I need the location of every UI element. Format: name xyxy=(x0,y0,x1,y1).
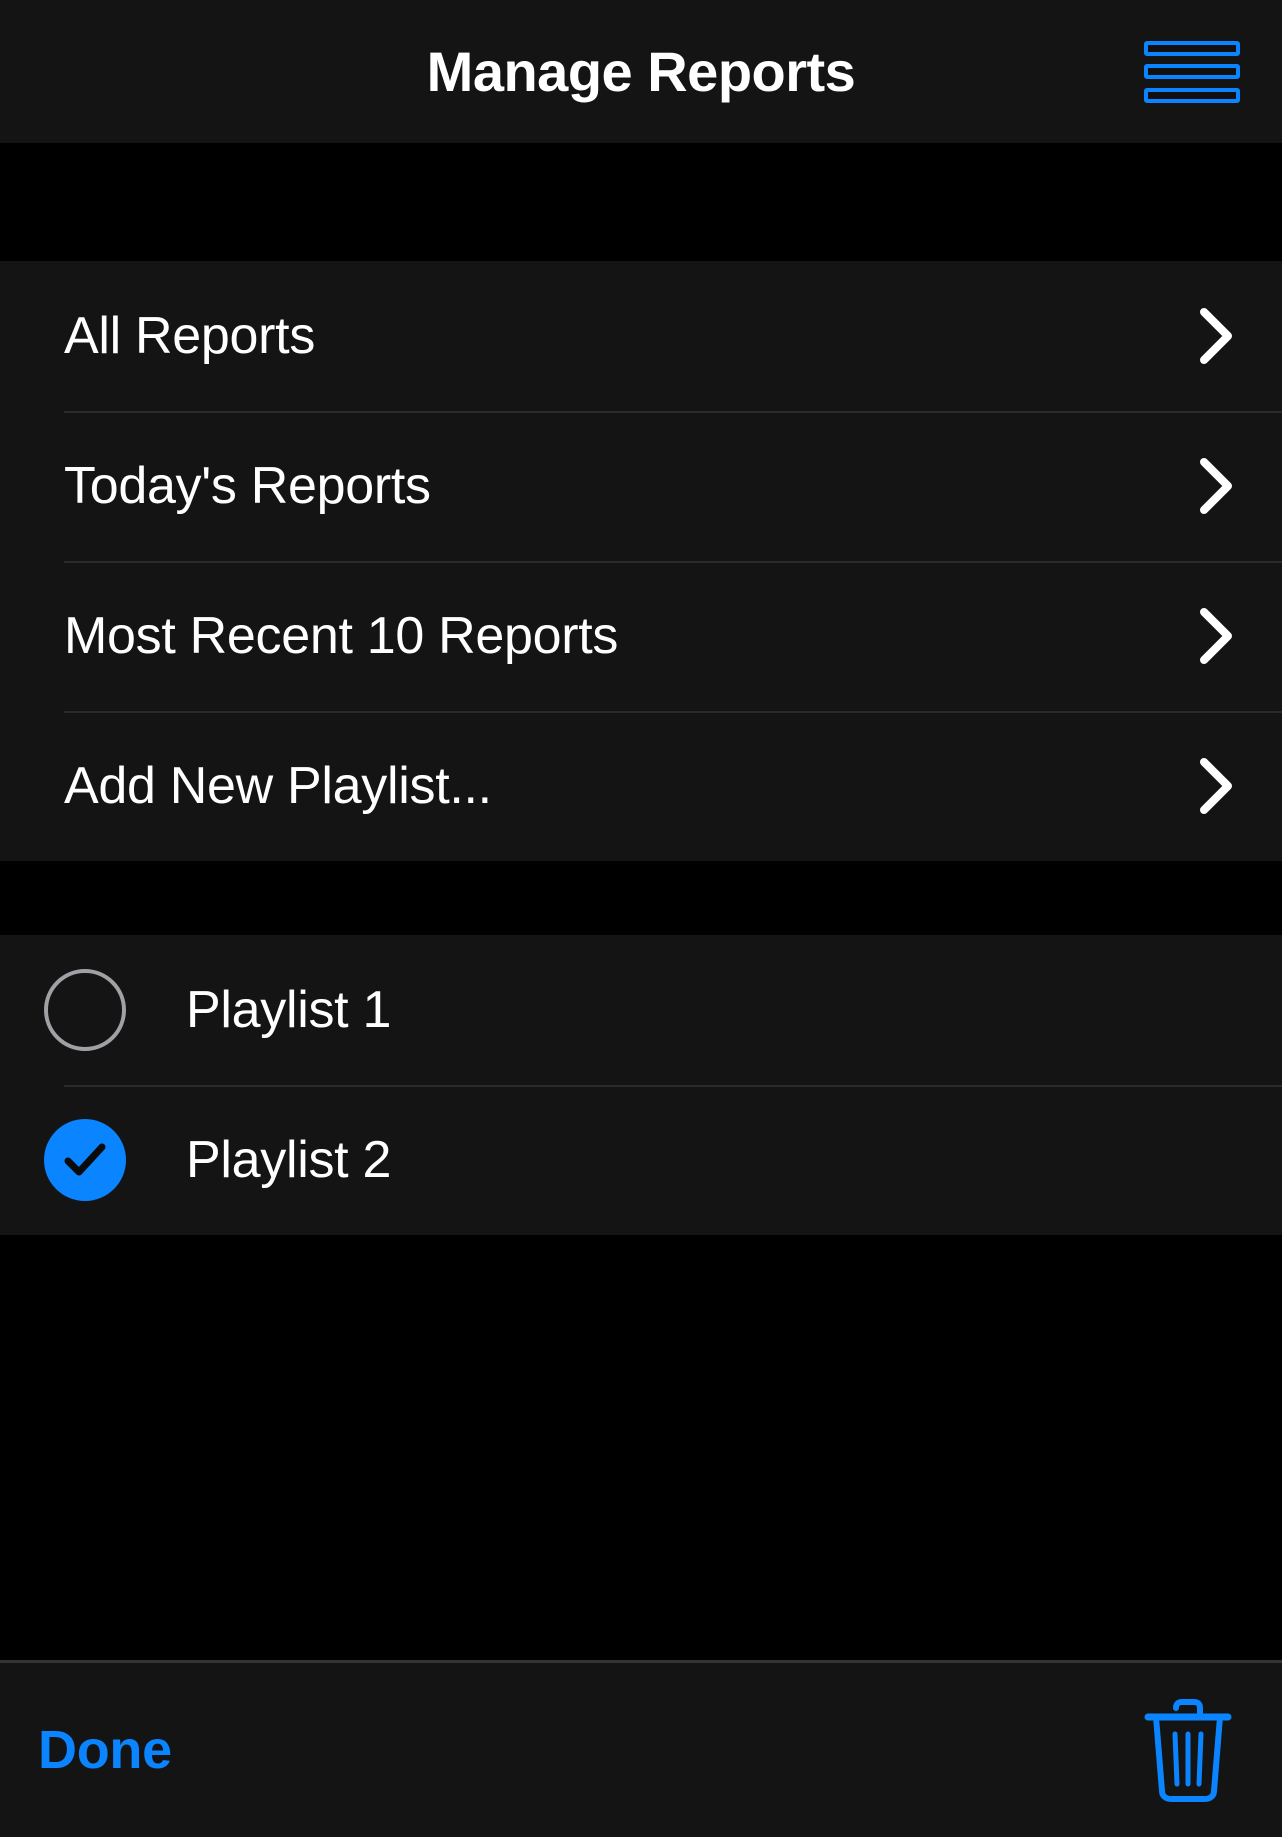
navigation-bar: Manage Reports xyxy=(0,0,1282,143)
list-item-label: Playlist 2 xyxy=(186,1131,392,1189)
content-area: All Reports Today's Reports Most Recent … xyxy=(0,143,1282,1660)
hamburger-menu-icon[interactable] xyxy=(1144,34,1240,110)
circle-outline-icon[interactable] xyxy=(44,969,126,1051)
chevron-right-icon xyxy=(1200,608,1234,664)
list-item-label: Most Recent 10 Reports xyxy=(64,607,619,665)
chevron-right-icon xyxy=(1200,308,1234,364)
list-item-label: Playlist 1 xyxy=(186,981,392,1039)
chevron-right-icon xyxy=(1200,758,1234,814)
list-item-label: Today's Reports xyxy=(64,457,431,515)
list-item-add-new-playlist[interactable]: Add New Playlist... xyxy=(0,711,1282,861)
list-item-playlist-1[interactable]: Playlist 1 xyxy=(0,935,1282,1085)
list-item-most-recent-10-reports[interactable]: Most Recent 10 Reports xyxy=(0,561,1282,711)
list-item-label: Add New Playlist... xyxy=(64,757,492,815)
page-title: Manage Reports xyxy=(426,39,856,103)
bottom-toolbar: Done xyxy=(0,1660,1282,1837)
check-circle-filled-icon[interactable] xyxy=(44,1119,126,1201)
done-button[interactable]: Done xyxy=(38,1723,172,1777)
section-spacer-middle xyxy=(0,861,1282,935)
menu-bar-middle xyxy=(1144,64,1240,79)
manage-reports-screen: Manage Reports All Reports Today's Repor… xyxy=(0,0,1282,1837)
list-item-label: All Reports xyxy=(64,307,316,365)
list-item-todays-reports[interactable]: Today's Reports xyxy=(0,411,1282,561)
trash-icon[interactable] xyxy=(1142,1694,1234,1806)
reports-section: All Reports Today's Reports Most Recent … xyxy=(0,261,1282,861)
section-spacer-top xyxy=(0,143,1282,261)
playlists-section: Playlist 1 Playlist 2 xyxy=(0,935,1282,1235)
list-item-playlist-2[interactable]: Playlist 2 xyxy=(0,1085,1282,1235)
menu-bar-top xyxy=(1144,40,1240,56)
list-item-all-reports[interactable]: All Reports xyxy=(0,261,1282,411)
chevron-right-icon xyxy=(1200,458,1234,514)
menu-bar-bottom xyxy=(1144,87,1240,103)
